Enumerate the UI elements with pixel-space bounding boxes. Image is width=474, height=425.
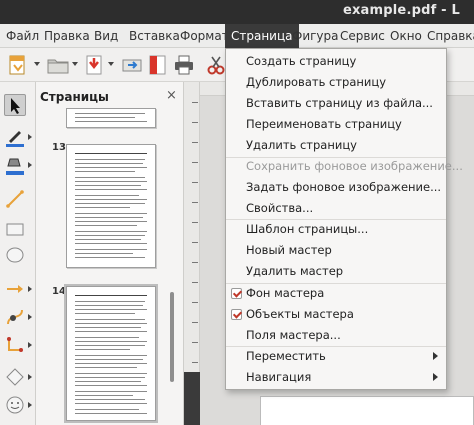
menu-item-delete-page[interactable]: Удалить страницу: [226, 135, 446, 156]
vertical-ruler: [184, 82, 200, 425]
close-icon[interactable]: ×: [166, 88, 177, 103]
page-thumbnail-14[interactable]: [64, 284, 158, 423]
menu-item-page-template[interactable]: Шаблон страницы...: [226, 219, 446, 240]
menu-item-label: Сохранить фоновое изображение...: [246, 159, 463, 173]
menu-item-master-background[interactable]: Фон мастера: [226, 283, 446, 304]
page-number: 13: [52, 142, 66, 153]
menu-item-label: Переименовать страницу: [246, 117, 402, 131]
menu-item-duplicate-page[interactable]: Дублировать страницу: [226, 72, 446, 93]
menu-item-move[interactable]: Переместить: [226, 346, 446, 367]
menu-item-properties[interactable]: Свойства...: [226, 198, 446, 219]
menu-item-delete-master[interactable]: Удалить мастер: [226, 261, 446, 282]
menu-view[interactable]: Вид: [88, 24, 124, 48]
menu-item-label: Свойства...: [246, 201, 314, 215]
menu-item-label: Шаблон страницы...: [246, 222, 369, 236]
drawing-tools-sidebar: [0, 82, 36, 425]
pages-panel: Страницы × 13 14: [36, 82, 184, 425]
menu-item-label: Создать страницу: [246, 54, 357, 68]
menu-item-label: Фон мастера: [246, 286, 325, 300]
send-icon[interactable]: [120, 53, 144, 77]
export-directly-icon[interactable]: [146, 53, 170, 77]
line-ends-arrow-icon[interactable]: [4, 278, 26, 300]
menu-item-insert-page-from-file[interactable]: Вставить страницу из файла...: [226, 93, 446, 114]
menu-bar: Файл Правка Вид Вставка Формат Страница …: [0, 24, 474, 48]
page-thumbnail-13[interactable]: [66, 144, 156, 268]
checkbox-checked-icon[interactable]: [231, 309, 242, 320]
window-titlebar: example.pdf - L: [0, 0, 474, 24]
menu-item-new-master[interactable]: Новый мастер: [226, 240, 446, 261]
line-color-icon[interactable]: [4, 126, 26, 148]
pages-panel-title: Страницы: [40, 90, 109, 104]
new-dropdown-icon[interactable]: [34, 62, 40, 66]
submenu-arrow-icon: [433, 352, 438, 360]
menu-item-rename-page[interactable]: Переименовать страницу: [226, 114, 446, 135]
export-pdf-icon[interactable]: [82, 53, 106, 77]
new-document-icon[interactable]: [6, 53, 30, 77]
symbol-shapes-dropdown-icon[interactable]: [28, 402, 32, 408]
menu-item-master-objects[interactable]: Объекты мастера: [226, 304, 446, 325]
ellipse-tool-icon[interactable]: [4, 244, 26, 266]
menu-item-label: Вставить страницу из файла...: [246, 96, 433, 110]
select-arrow-icon[interactable]: [4, 94, 26, 116]
page-number: 14: [52, 286, 66, 297]
diamond-shape-icon[interactable]: [4, 366, 26, 388]
line-tool-icon[interactable]: [4, 188, 26, 210]
fill-color-dropdown-icon[interactable]: [28, 162, 32, 168]
menu-item-master-fields[interactable]: Поля мастера...: [226, 325, 446, 346]
page-thumbnail-12[interactable]: [66, 108, 156, 128]
smiley-shape-icon[interactable]: [4, 394, 26, 416]
open-dropdown-icon[interactable]: [72, 62, 78, 66]
window-title: example.pdf - L: [342, 3, 460, 18]
menu-item-new-page[interactable]: Создать страницу: [226, 51, 446, 72]
basic-shapes-dropdown-icon[interactable]: [28, 374, 32, 380]
menu-item-label: Задать фоновое изображение...: [246, 180, 442, 194]
menu-item-label: Навигация: [246, 370, 312, 384]
connector-dropdown-icon[interactable]: [28, 342, 32, 348]
menu-help[interactable]: Справка: [421, 24, 474, 48]
line-ends-dropdown-icon[interactable]: [28, 286, 32, 292]
menu-item-label: Объекты мастера: [246, 307, 354, 321]
menu-tools[interactable]: Сервис: [334, 24, 391, 48]
checkbox-checked-icon[interactable]: [231, 288, 242, 299]
submenu-arrow-icon: [433, 373, 438, 381]
curve-tool-icon[interactable]: [4, 306, 26, 328]
menu-item-label: Удалить мастер: [246, 264, 344, 278]
menu-item-label: Дублировать страницу: [246, 75, 386, 89]
rectangle-tool-icon[interactable]: [4, 218, 26, 240]
curve-dropdown-icon[interactable]: [28, 314, 32, 320]
ruler-margin-marker: [184, 372, 200, 425]
menu-item-label: Новый мастер: [246, 243, 332, 257]
menu-item-label: Переместить: [246, 349, 326, 363]
menu-item-set-background[interactable]: Задать фоновое изображение...: [226, 177, 446, 198]
canvas-page[interactable]: [260, 396, 474, 425]
line-color-dropdown-icon[interactable]: [28, 134, 32, 140]
fill-color-icon[interactable]: [4, 154, 26, 176]
export-dropdown-icon[interactable]: [108, 62, 114, 66]
print-icon[interactable]: [172, 53, 196, 77]
open-folder-icon[interactable]: [46, 53, 70, 77]
menu-item-save-background: Сохранить фоновое изображение...: [226, 156, 463, 177]
menu-item-label: Удалить страницу: [246, 138, 357, 152]
connector-tool-icon[interactable]: [4, 334, 26, 356]
pages-panel-scrollbar[interactable]: [170, 292, 174, 382]
menu-item-label: Поля мастера...: [246, 328, 341, 342]
page-menu-dropdown: Создать страницу Дублировать страницу Вс…: [225, 48, 463, 390]
menu-item-navigation[interactable]: Навигация: [226, 367, 446, 388]
